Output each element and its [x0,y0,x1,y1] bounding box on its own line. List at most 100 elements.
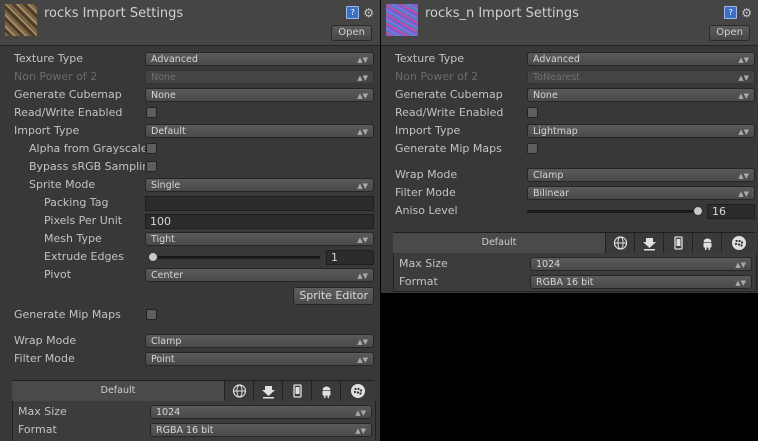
read-write-checkbox[interactable] [527,107,538,118]
label-max-size: Max Size [18,405,67,418]
row-pixels-per-unit: Pixels Per Unit 100 [0,213,380,231]
row-filter-mode: Filter Mode Bilinear ▲▼ [381,185,758,203]
inspector-header: rocks_n Import Settings ? ⚙ Open [381,0,758,46]
gear-icon[interactable]: ⚙ [363,7,374,19]
pixels-per-unit-input[interactable]: 100 [145,214,374,229]
blackberry-icon[interactable] [340,381,375,401]
phone-icon[interactable] [663,233,693,253]
wrap-mode-dropdown[interactable]: Clamp ▲▼ [527,168,755,182]
label-generate-mip-maps: Generate Mip Maps [395,142,502,155]
platform-settings: Max Size 1024 ▲▼ Format RGBA 16 bit ▲▼ [12,401,376,441]
dropdown-arrows-icon: ▲▼ [357,236,368,244]
label-format: Format [18,423,57,436]
dropdown-arrows-icon: ▲▼ [738,172,749,180]
inspector-title: rocks_n Import Settings [425,6,579,21]
inspector-header: rocks Import Settings ? ⚙ Open [0,0,380,46]
extrude-edges-slider-knob[interactable] [148,252,158,262]
row-pivot: Pivot Center ▲▼ [0,267,380,285]
texture-type-dropdown[interactable]: Advanced ▲▼ [145,52,374,66]
help-book-icon[interactable]: ? [346,6,360,19]
row-format: Format RGBA 16 bit ▲▼ [394,274,756,292]
android-icon[interactable] [692,233,722,253]
label-generate-mip-maps: Generate Mip Maps [14,308,121,321]
label-mesh-type: Mesh Type [44,232,102,245]
row-generate-mip-maps: Generate Mip Maps [381,141,758,159]
generate-cubemap-dropdown[interactable]: None ▲▼ [527,88,755,102]
open-button[interactable]: Open [331,25,372,41]
generate-mip-maps-checkbox[interactable] [146,309,157,320]
dropdown-arrows-icon: ▲▼ [738,56,749,64]
aniso-level-input[interactable]: 16 [707,204,755,219]
dropdown-arrows-icon: ▲▼ [357,74,368,82]
row-read-write: Read/Write Enabled [381,105,758,123]
android-icon[interactable] [311,381,341,401]
bypass-srgb-checkbox[interactable] [146,161,157,172]
import-type-dropdown[interactable]: Lightmap ▲▼ [527,124,755,138]
platform-tabs: Default [393,232,756,254]
generate-cubemap-dropdown[interactable]: None ▲▼ [145,88,374,102]
max-size-dropdown[interactable]: 1024 ▲▼ [150,405,372,419]
mesh-type-dropdown[interactable]: Tight ▲▼ [145,232,374,246]
download-icon[interactable] [634,233,664,253]
row-filter-mode: Filter Mode Point ▲▼ [0,351,380,369]
dropdown-arrows-icon: ▲▼ [357,56,368,64]
gear-icon[interactable]: ⚙ [741,7,752,19]
row-import-type: Import Type Lightmap ▲▼ [381,123,758,141]
open-button[interactable]: Open [709,25,750,41]
max-size-dropdown[interactable]: 1024 ▲▼ [530,257,752,271]
sprite-editor-button[interactable]: Sprite Editor [293,287,374,305]
generate-mip-maps-checkbox[interactable] [527,143,538,154]
help-book-icon[interactable]: ? [724,6,738,19]
dropdown-arrows-icon: ▲▼ [355,427,366,435]
read-write-checkbox[interactable] [146,107,157,118]
label-packing-tag: Packing Tag [44,196,109,209]
globe-icon[interactable] [605,233,635,253]
alpha-grayscale-checkbox[interactable] [146,143,157,154]
filter-mode-dropdown[interactable]: Point ▲▼ [145,352,374,366]
texture-thumbnail [5,4,37,36]
label-pivot: Pivot [44,268,72,281]
download-icon[interactable] [253,381,283,401]
aniso-level-slider-track[interactable] [527,210,699,213]
packing-tag-input[interactable] [145,196,374,211]
label-read-write: Read/Write Enabled [395,106,504,119]
globe-icon[interactable] [224,381,254,401]
label-max-size: Max Size [399,257,448,270]
label-generate-cubemap: Generate Cubemap [14,88,122,101]
row-sprite-mode: Sprite Mode Single ▲▼ [0,177,380,195]
filter-mode-dropdown[interactable]: Bilinear ▲▼ [527,186,755,200]
label-pixels-per-unit: Pixels Per Unit [44,214,123,227]
label-format: Format [399,275,438,288]
format-dropdown[interactable]: RGBA 16 bit ▲▼ [150,423,372,437]
label-texture-type: Texture Type [395,52,465,65]
dropdown-arrows-icon: ▲▼ [738,74,749,82]
label-read-write: Read/Write Enabled [14,106,123,119]
tab-platform-default[interactable]: Default [393,233,606,253]
inspector-title: rocks Import Settings [44,6,184,21]
dropdown-arrows-icon: ▲▼ [735,279,746,287]
row-max-size: Max Size 1024 ▲▼ [13,404,375,422]
import-type-dropdown[interactable]: Default ▲▼ [145,124,374,138]
label-wrap-mode: Wrap Mode [395,168,458,181]
row-texture-type: Texture Type Advanced ▲▼ [0,51,380,69]
texture-type-dropdown[interactable]: Advanced ▲▼ [527,52,755,66]
sprite-mode-dropdown[interactable]: Single ▲▼ [145,178,374,192]
dropdown-arrows-icon: ▲▼ [738,92,749,100]
wrap-mode-dropdown[interactable]: Clamp ▲▼ [145,334,374,348]
row-generate-cubemap: Generate Cubemap None ▲▼ [0,87,380,105]
row-packing-tag: Packing Tag [0,195,380,213]
tab-platform-default[interactable]: Default [12,381,225,401]
label-extrude-edges: Extrude Edges [44,250,124,263]
phone-icon[interactable] [282,381,312,401]
label-import-type: Import Type [14,124,80,137]
row-extrude-edges: Extrude Edges 1 [0,249,380,267]
aniso-level-slider-knob[interactable] [693,206,703,216]
format-dropdown[interactable]: RGBA 16 bit ▲▼ [530,275,752,289]
row-max-size: Max Size 1024 ▲▼ [394,256,756,274]
non-power-of-2-dropdown: ToNearest ▲▼ [527,70,755,84]
blackberry-icon[interactable] [721,233,756,253]
extrude-edges-slider-track[interactable] [150,256,320,259]
pivot-dropdown[interactable]: Center ▲▼ [145,268,374,282]
dropdown-arrows-icon: ▲▼ [738,190,749,198]
extrude-edges-input[interactable]: 1 [326,250,374,265]
